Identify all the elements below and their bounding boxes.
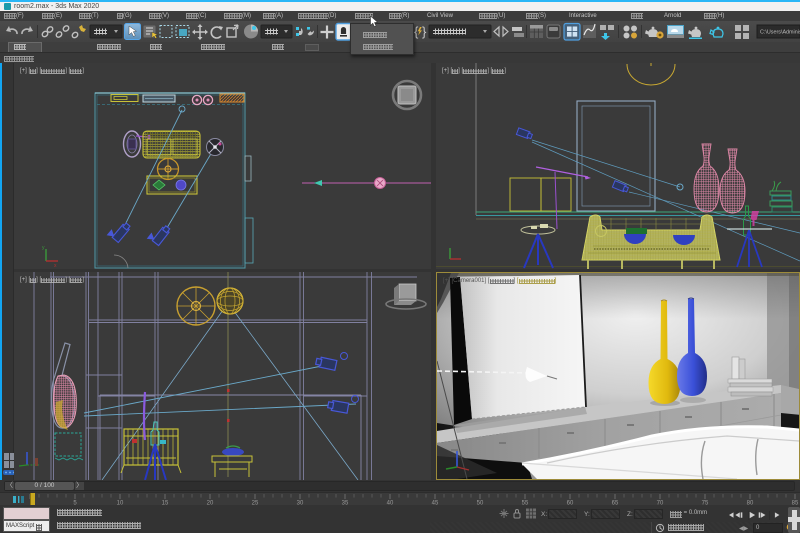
svg-text:C:\Users\Administrator\Doc: C:\Users\Administrator\Doc	[760, 30, 800, 36]
svg-text:x: x	[54, 263, 57, 269]
svg-text:}: }	[422, 24, 427, 39]
svg-text:y: y	[42, 245, 45, 251]
svg-text:{: {	[414, 24, 419, 39]
